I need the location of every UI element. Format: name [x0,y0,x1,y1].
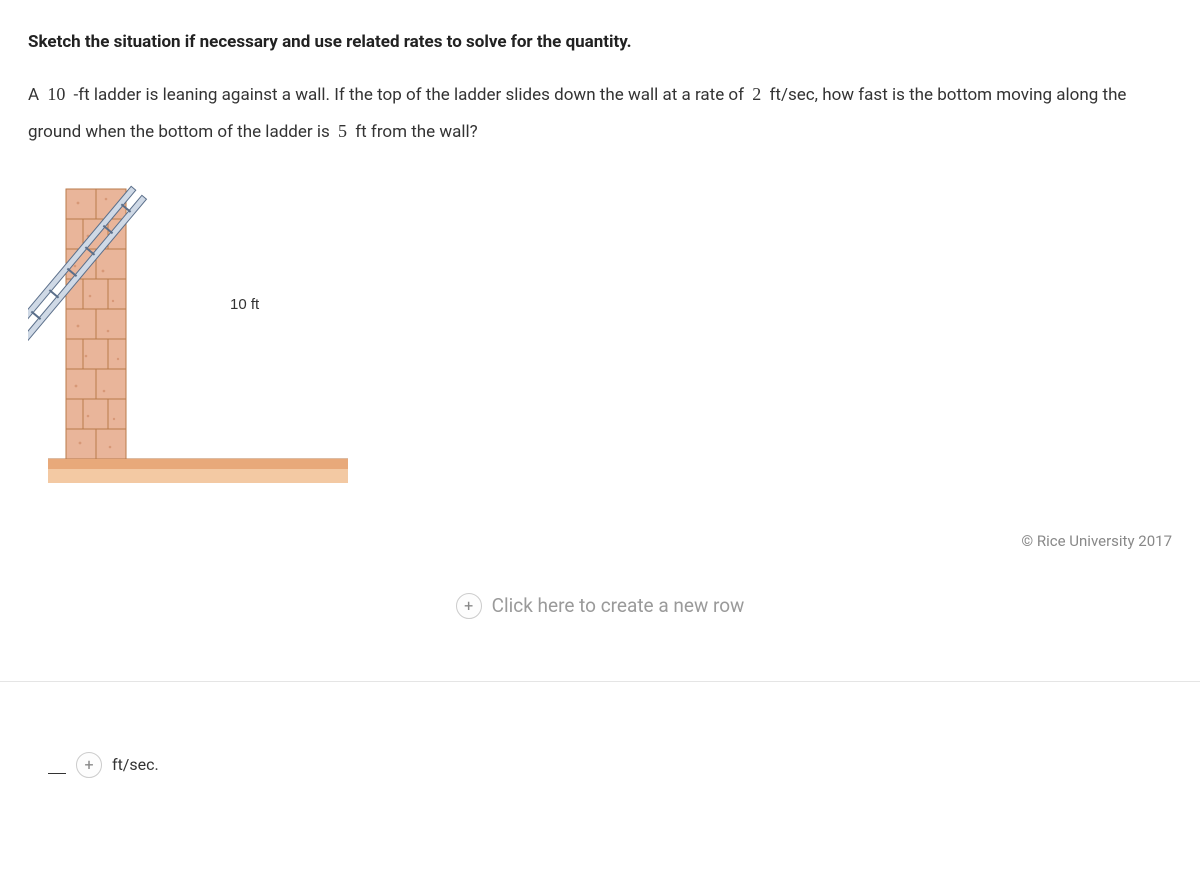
ladder-diagram: 10 ft [28,181,1172,510]
section-divider [0,681,1200,682]
bottom-distance-value: 5 [334,121,351,141]
plus-icon: + [456,593,482,619]
answer-input[interactable] [48,755,66,775]
create-new-row-label: Click here to create a new row [492,592,745,621]
attribution-text: © Rice University 2017 [28,530,1172,553]
problem-statement: A 10 -ft ladder is leaning against a wal… [28,76,1172,152]
ladder-length-label: 10 ft [230,296,260,313]
answer-row: + ft/sec. [28,752,1172,778]
text-segment: A [28,85,39,105]
text-segment: ft from the wall? [355,122,478,142]
create-new-row-button[interactable]: + Click here to create a new row [28,592,1172,621]
answer-unit-label: ft/sec. [112,753,159,777]
slide-rate-value: 2 [748,84,765,104]
text-segment: -ft ladder is leaning against a wall. If… [74,85,745,105]
instruction-heading: Sketch the situation if necessary and us… [28,30,1172,56]
plus-icon[interactable]: + [76,752,102,778]
ladder-length-value: 10 [43,84,69,104]
